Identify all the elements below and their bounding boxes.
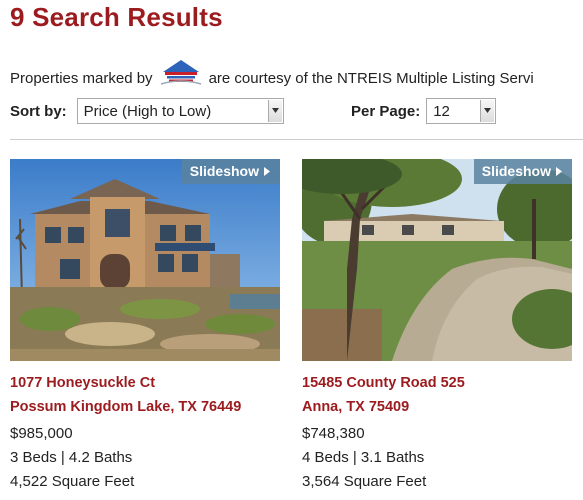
per-page-select[interactable]: 12 xyxy=(426,98,497,124)
divider xyxy=(10,139,583,140)
slideshow-button[interactable]: Slideshow xyxy=(473,159,572,184)
per-page-control: Per Page: 12 xyxy=(351,98,497,124)
listing-card: Slideshow 1077 Honeysuckle Ct Possum Kin… xyxy=(10,159,280,494)
slideshow-label: Slideshow xyxy=(481,163,551,179)
listing-beds-baths: 4 Beds | 3.1 Baths xyxy=(302,449,425,466)
dropdown-arrow-icon[interactable] xyxy=(267,100,282,122)
slideshow-button[interactable]: Slideshow xyxy=(181,159,280,184)
dropdown-arrow-icon[interactable] xyxy=(480,100,495,122)
listing-city-link[interactable]: Anna, TX 75409 xyxy=(302,395,572,419)
play-arrow-icon xyxy=(264,167,270,176)
courtesy-notice: Properties marked by are courtesy of the… xyxy=(10,60,534,92)
listing-city-link[interactable]: Possum Kingdom Lake, TX 76449 xyxy=(10,395,280,419)
per-page-value: 12 xyxy=(433,103,450,120)
listing-sqft: 4,522 Square Feet xyxy=(10,473,135,490)
sort-value: Price (High to Low) xyxy=(83,103,212,120)
listing-street-link[interactable]: 1077 Honeysuckle Ct xyxy=(10,371,280,395)
courtesy-prefix: Properties marked by xyxy=(10,69,153,87)
listing-sqft: 3,564 Square Feet xyxy=(302,473,427,490)
listing-beds-baths: 3 Beds | 4.2 Baths xyxy=(10,449,133,466)
listing-street-link[interactable]: 15485 County Road 525 xyxy=(302,371,572,395)
listing-price: $985,000 xyxy=(10,425,73,442)
courtesy-suffix: are courtesy of the NTREIS Multiple List… xyxy=(208,69,534,87)
page-title: 9 Search Results xyxy=(10,2,223,32)
ntreis-logo-icon xyxy=(159,58,203,86)
sort-select[interactable]: Price (High to Low) xyxy=(76,98,284,124)
sort-label: Sort by: xyxy=(10,102,67,120)
listing-photo[interactable]: Slideshow xyxy=(302,159,572,361)
per-page-label: Per Page: xyxy=(351,102,421,120)
play-arrow-icon xyxy=(556,167,562,176)
listing-card: Slideshow 15485 County Road 525 Anna, TX… xyxy=(302,159,572,494)
sort-control: Sort by: Price (High to Low) xyxy=(10,98,284,124)
listing-photo[interactable]: Slideshow xyxy=(10,159,280,361)
slideshow-label: Slideshow xyxy=(189,163,259,179)
listing-price: $748,380 xyxy=(302,425,365,442)
